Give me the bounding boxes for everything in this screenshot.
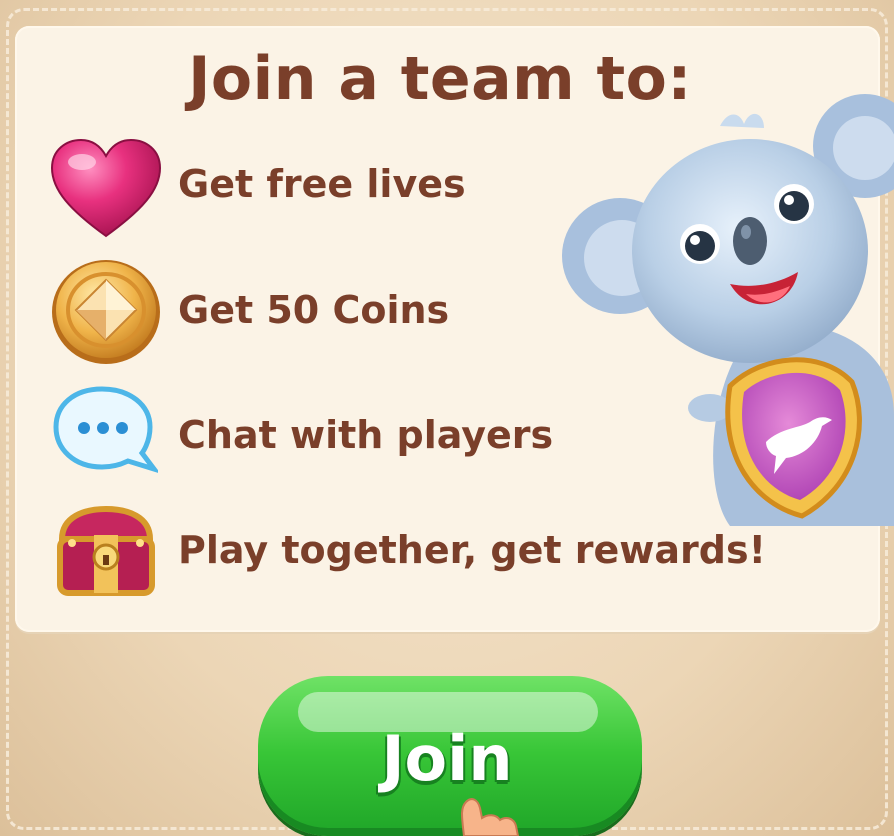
feature-label-free-lives: Get free lives [178, 162, 466, 206]
chat-bubble-icon [53, 386, 158, 473]
feature-label-coins: Get 50 Coins [178, 288, 450, 332]
treasure-chest-icon [57, 505, 155, 596]
pointer-hand-icon [461, 798, 520, 836]
dialog-frame: Join a team to: Get free lives Get 50 Co… [0, 0, 894, 836]
feature-label-chat: Chat with players [178, 413, 554, 457]
koala-mascot [562, 94, 894, 526]
button-shine [298, 692, 598, 732]
heart-icon [50, 138, 162, 238]
coin-icon [52, 260, 160, 364]
feature-label-rewards: Play together, get rewards! [178, 528, 766, 572]
